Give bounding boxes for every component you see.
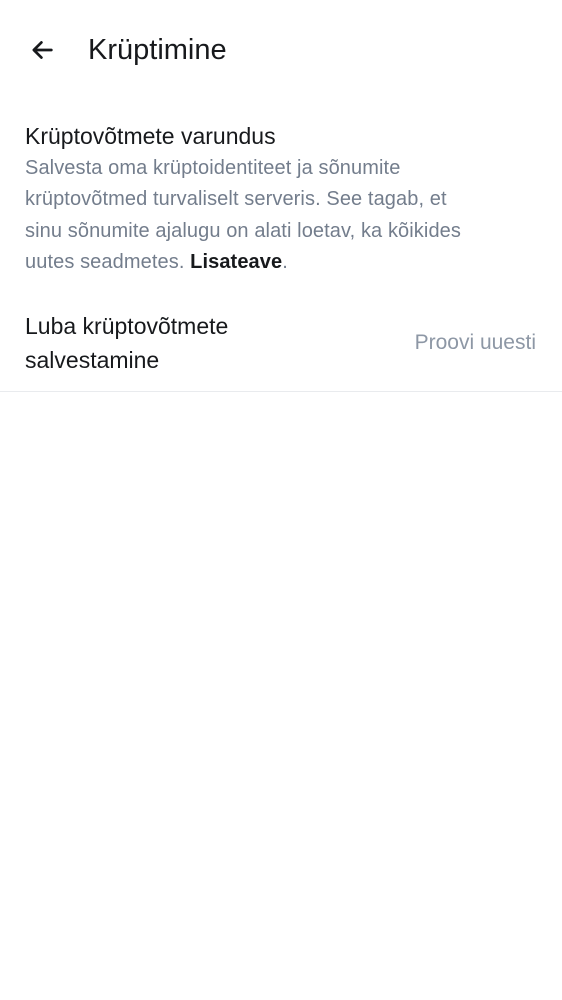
app-bar: Krüptimine: [0, 0, 562, 100]
page-title: Krüptimine: [88, 34, 227, 66]
description-period: .: [282, 250, 288, 273]
setting-label-line: salvestamine: [25, 347, 160, 373]
back-button[interactable]: [20, 28, 64, 72]
setting-label-line: Luba krüptovõtmete: [25, 313, 229, 339]
arrow-left-icon: [32, 41, 53, 59]
section-description: Salvesta oma krüptoidentiteet ja sõnumit…: [25, 153, 537, 278]
retry-button[interactable]: Proovi uuesti: [415, 328, 536, 358]
encryption-settings-screen: Krüptimine Krüptovõtmete varundus Salves…: [0, 0, 562, 1000]
section-title: Krüptovõtmete varundus: [25, 123, 276, 149]
learn-more-link[interactable]: Lisateave: [190, 251, 282, 273]
enable-key-storage-label: Luba krüptovõtmete salvestamine: [25, 309, 228, 377]
description-line: krüptovõtmed turvaliselt serveris. See t…: [25, 188, 447, 211]
description-text: uutes seadmetes.: [25, 250, 191, 273]
description-line: Salvesta oma krüptoidentiteet ja sõnumit…: [25, 157, 401, 179]
description-line-last: uutes seadmetes. Lisateave.: [25, 247, 537, 278]
key-backup-section: Krüptovõtmete varundus Salvesta oma krüp…: [25, 120, 537, 278]
enable-key-storage-row[interactable]: Luba krüptovõtmete salvestamine Proovi u…: [0, 300, 562, 392]
description-line: sinu sõnumite ajalugu on alati loetav, k…: [25, 219, 461, 242]
